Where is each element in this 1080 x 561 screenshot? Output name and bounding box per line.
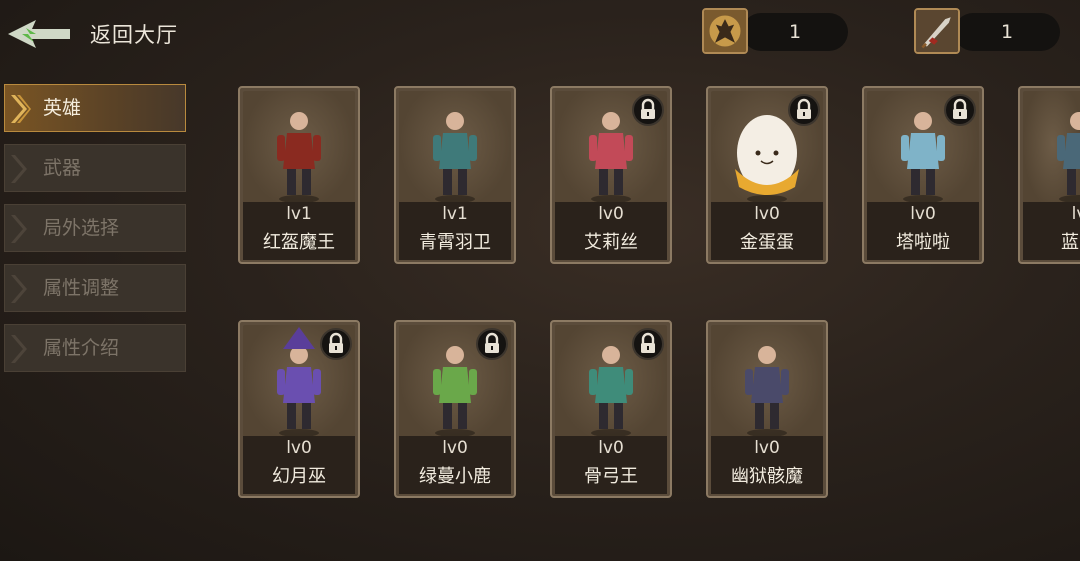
hero-info: lv0 幻月巫 [243,436,355,494]
category-tabs: 英雄 武器 局外选择 属性调整 属性介绍 [4,84,186,384]
hero-info: lv0 幽狱骸魔 [711,436,823,494]
hero-card[interactable]: lv0 幽狱骸魔 [706,320,828,498]
chevron-right-icon [11,275,27,303]
hero-card[interactable]: lv0 幻月巫 [238,320,360,498]
tab-label: 局外选择 [43,217,120,239]
hero-art [1023,91,1080,209]
hero-level: lv0 [598,204,624,224]
chevron-right-icon [11,215,27,243]
hero-name: 红盔魔王 [263,232,335,253]
hero-info: lv1 红盔魔王 [243,202,355,260]
hero-info: lv0 塔啦啦 [867,202,979,260]
warrior-portrait-icon [702,8,748,54]
hero-info: lv0 艾莉丝 [555,202,667,260]
chevron-right-icon [11,335,27,363]
tab-attribute-adjust[interactable]: 属性调整 [4,264,186,312]
tab-label: 属性调整 [43,277,120,299]
lock-icon [320,328,352,360]
hero-info: lv 蓝鬃 [1023,202,1080,260]
hero-art [243,91,355,209]
tab-heroes[interactable]: 英雄 [4,84,186,132]
top-bar: 返回大厅 1 1 [0,0,1080,70]
lock-icon [632,328,664,360]
hero-name: 幽狱骸魔 [731,466,803,487]
hero-level: lv1 [442,204,468,224]
hero-figure [1057,112,1080,203]
hero-name: 绿蔓小鹿 [419,466,491,487]
hero-info: lv1 青霄羽卫 [399,202,511,260]
hero-figure [433,112,477,203]
hero-info: lv0 金蛋蛋 [711,202,823,260]
hero-card[interactable]: lv0 艾莉丝 [550,86,672,264]
hero-card[interactable]: lv1 青霄羽卫 [394,86,516,264]
back-arrow-icon [8,20,70,48]
hero-art [711,325,823,443]
hero-level: lv1 [286,204,312,224]
hero-card[interactable]: lv 蓝鬃 [1018,86,1080,264]
chevron-right-icon [11,95,31,123]
hero-name: 蓝鬃 [1061,232,1080,253]
tab-label: 英雄 [43,97,82,119]
weapon-token-count: 1 [1000,21,1014,43]
lock-icon [632,94,664,126]
hero-level: lv0 [754,204,780,224]
hero-name: 青霄羽卫 [419,232,491,253]
hero-name: 金蛋蛋 [740,232,794,253]
lock-icon [788,94,820,126]
hero-name: 骨弓王 [584,466,638,487]
hero-card[interactable]: lv0 塔啦啦 [862,86,984,264]
hero-info: lv0 绿蔓小鹿 [399,436,511,494]
hero-info: lv0 骨弓王 [555,436,667,494]
chevron-right-icon [11,155,27,183]
hero-level: lv0 [754,438,780,458]
hero-level: lv0 [286,438,312,458]
tab-attribute-intro[interactable]: 属性介绍 [4,324,186,372]
lock-icon [476,328,508,360]
tab-label: 属性介绍 [43,337,120,359]
hero-level: lv [1071,204,1080,224]
hero-card[interactable]: lv0 金蛋蛋 [706,86,828,264]
hero-card[interactable]: lv1 红盔魔王 [238,86,360,264]
hero-art [399,91,511,209]
tab-outgame-selection[interactable]: 局外选择 [4,204,186,252]
back-label: 返回大厅 [90,23,178,47]
hero-name: 幻月巫 [272,466,326,487]
hero-card[interactable]: lv0 骨弓王 [550,320,672,498]
back-to-lobby-button[interactable]: 返回大厅 [6,14,196,54]
hero-level: lv0 [910,204,936,224]
hero-name: 塔啦啦 [896,232,950,253]
sword-icon [914,8,960,54]
hero-figure [277,112,321,203]
hero-card[interactable]: lv0 绿蔓小鹿 [394,320,516,498]
tab-label: 武器 [43,157,82,179]
hero-token-count: 1 [788,21,802,43]
hero-name: 艾莉丝 [584,232,638,253]
hero-level: lv0 [442,438,468,458]
hero-figure [745,346,789,437]
tab-weapons[interactable]: 武器 [4,144,186,192]
hero-level: lv0 [598,438,624,458]
lock-icon [944,94,976,126]
